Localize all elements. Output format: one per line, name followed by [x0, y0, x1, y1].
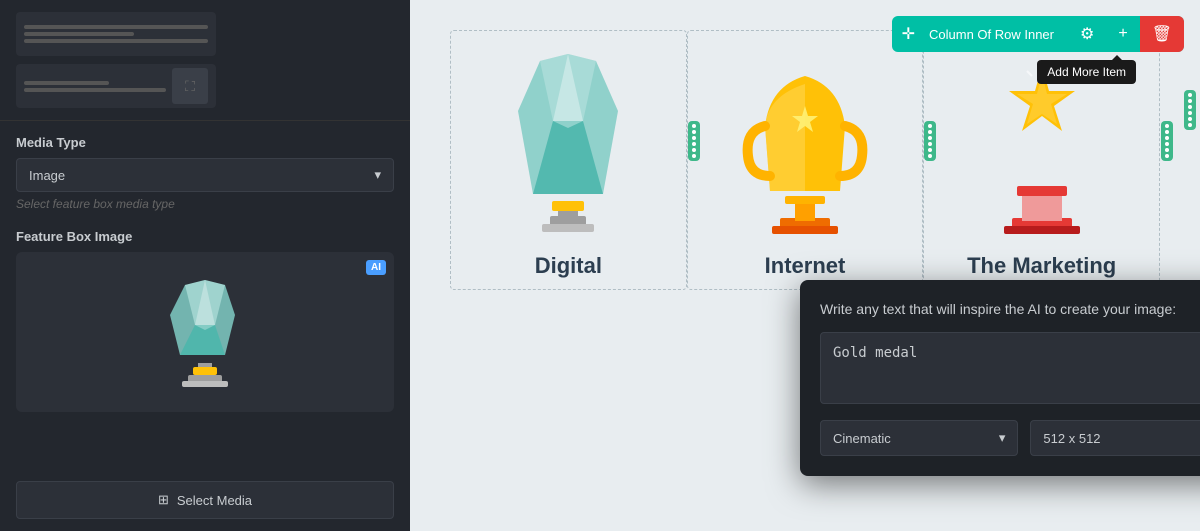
style-value: Cinematic — [833, 431, 891, 446]
template-thumbnails: ⛶ — [0, 0, 410, 121]
feature-box-label: Feature Box Image — [16, 229, 394, 244]
select-media-icon: ⊞ — [158, 492, 169, 508]
trophy-preview — [155, 272, 255, 392]
size-value: 512 x 512 — [1043, 431, 1100, 446]
award-col-1: Digital — [450, 30, 687, 290]
dialog-footer: Cinematic ▾ 512 x 512 ▾ Generate Image — [820, 420, 1200, 456]
chevron-down-icon: ▾ — [999, 430, 1006, 446]
left-panel: ⛶ Media Type Image ▾ Select feature box … — [0, 0, 410, 531]
award-label-1: Digital — [535, 253, 602, 279]
delete-button[interactable]: 🗑 — [1140, 16, 1184, 52]
select-media-label: Select Media — [177, 493, 252, 508]
thumbnail-1[interactable] — [16, 12, 216, 56]
image-preview: AI — [16, 252, 394, 412]
feature-box-section: Feature Box Image AI — [0, 219, 410, 469]
thumb-image-icon: ⛶ — [172, 68, 208, 104]
thumb-line — [24, 25, 208, 29]
drag-handle-3[interactable] — [1161, 121, 1173, 161]
dialog-title: Write any text that will inspire the AI … — [820, 301, 1176, 317]
select-media-button[interactable]: ⊞ Select Media — [16, 481, 394, 519]
chevron-down-icon: ▾ — [374, 167, 381, 183]
award-col-2: Internet — [687, 30, 924, 290]
toolbar-title: Column Of Row Inner — [925, 19, 1068, 50]
drag-handle-right[interactable] — [1184, 90, 1196, 130]
dialog-textarea-wrap: Gold medal 🕐 — [820, 332, 1200, 404]
thumb-line — [24, 88, 166, 92]
media-type-dropdown[interactable]: Image ▾ — [16, 158, 394, 192]
thumb-line — [24, 39, 208, 43]
toolbar-pill: ✛ Column Of Row Inner ⚙ + 🗑 — [892, 16, 1184, 52]
award-img-2 — [740, 41, 870, 241]
thumbnail-2[interactable]: ⛶ — [16, 64, 216, 108]
ai-prompt-input[interactable]: Gold medal — [821, 333, 1200, 403]
main-canvas: ✛ Column Of Row Inner ⚙ + 🗑 Add More Ite… — [410, 0, 1200, 531]
dialog-header: Write any text that will inspire the AI … — [820, 300, 1200, 318]
media-type-hint: Select feature box media type — [16, 197, 394, 211]
thumb-line — [24, 81, 109, 85]
style-dropdown[interactable]: Cinematic ▾ — [820, 420, 1018, 456]
move-icon[interactable]: ✛ — [892, 16, 925, 52]
award-img-1 — [508, 41, 628, 241]
ai-dialog: Write any text that will inspire the AI … — [800, 280, 1200, 476]
ai-badge: AI — [366, 260, 386, 275]
size-dropdown[interactable]: 512 x 512 ▾ — [1030, 420, 1200, 456]
add-item-button[interactable]: + — [1106, 17, 1139, 51]
thumb-line — [24, 32, 134, 36]
settings-button[interactable]: ⚙ — [1068, 16, 1106, 52]
add-more-item-tooltip: Add More Item — [1037, 60, 1136, 84]
media-type-label: Media Type — [16, 135, 394, 150]
media-type-value: Image — [29, 168, 65, 183]
media-type-section: Media Type Image ▾ Select feature box me… — [0, 121, 410, 219]
award-label-2: Internet — [765, 253, 846, 279]
toolbar-row: ✛ Column Of Row Inner ⚙ + 🗑 Add More Ite… — [892, 16, 1184, 52]
